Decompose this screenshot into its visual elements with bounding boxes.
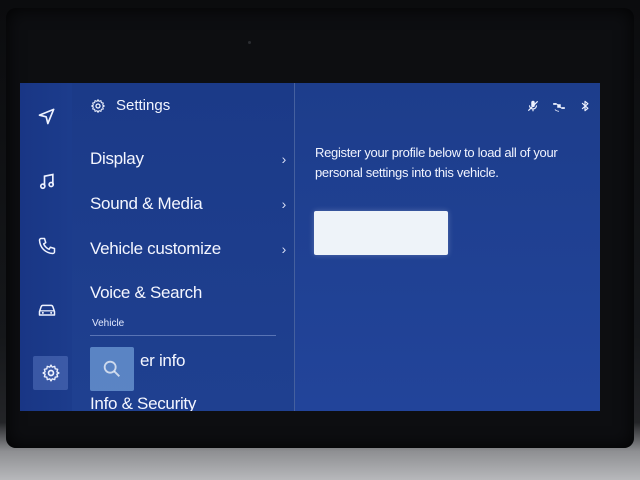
menu-item-info-security[interactable]: Info & Security <box>90 389 282 411</box>
menu-item-label: Display <box>90 149 144 168</box>
bezel-sensor <box>248 41 251 44</box>
menu-item-label: Info & Security <box>90 394 197 411</box>
mic-off-icon <box>527 100 539 112</box>
rail-settings-button[interactable] <box>33 356 68 390</box>
gear-icon <box>91 98 105 113</box>
page-title: Settings <box>116 97 171 114</box>
music-icon <box>39 173 55 190</box>
gear-icon <box>41 364 60 382</box>
rail-media-button[interactable] <box>32 167 62 197</box>
bluetooth-icon <box>581 100 589 112</box>
section-label-vehicle: Vehicle <box>92 318 125 329</box>
status-bar <box>526 99 592 113</box>
section-divider <box>90 335 276 336</box>
menu-item-display[interactable]: Display › <box>90 144 286 174</box>
menu-item-voice-search[interactable]: Voice & Search <box>90 278 282 308</box>
rail-navigation-button[interactable] <box>32 101 62 131</box>
phone-icon <box>38 237 56 255</box>
rail-phone-button[interactable] <box>32 231 62 261</box>
settings-header: Settings <box>90 97 170 114</box>
car-icon <box>38 304 56 316</box>
rail-vehicle-button[interactable] <box>32 295 62 325</box>
chevron-right-icon: › <box>281 241 287 257</box>
settings-list-panel: Settings Display › Sound & Media › Vehic… <box>72 83 294 411</box>
app-rail <box>20 83 73 411</box>
register-profile-button[interactable] <box>314 211 448 255</box>
menu-item-sound-media[interactable]: Sound & Media › <box>90 189 286 219</box>
satellite-icon <box>553 103 565 112</box>
infotainment-screen: Settings Display › Sound & Media › Vehic… <box>20 83 600 411</box>
search-icon <box>103 360 120 377</box>
profile-register-prompt: Register your profile below to load all … <box>315 145 558 180</box>
menu-item-label: Vehicle customize <box>90 239 221 258</box>
menu-item-label: er info <box>140 351 186 370</box>
menu-item-label: Voice & Search <box>90 283 203 302</box>
menu-item-label: Sound & Media <box>90 194 203 213</box>
chevron-right-icon: › <box>281 151 287 167</box>
menu-item-vehicle-customize[interactable]: Vehicle customize › <box>90 234 286 264</box>
search-button[interactable] <box>90 347 134 391</box>
chevron-right-icon: › <box>281 196 287 212</box>
profile-content-panel: Register your profile below to load all … <box>295 83 600 411</box>
navigation-icon <box>38 108 55 125</box>
